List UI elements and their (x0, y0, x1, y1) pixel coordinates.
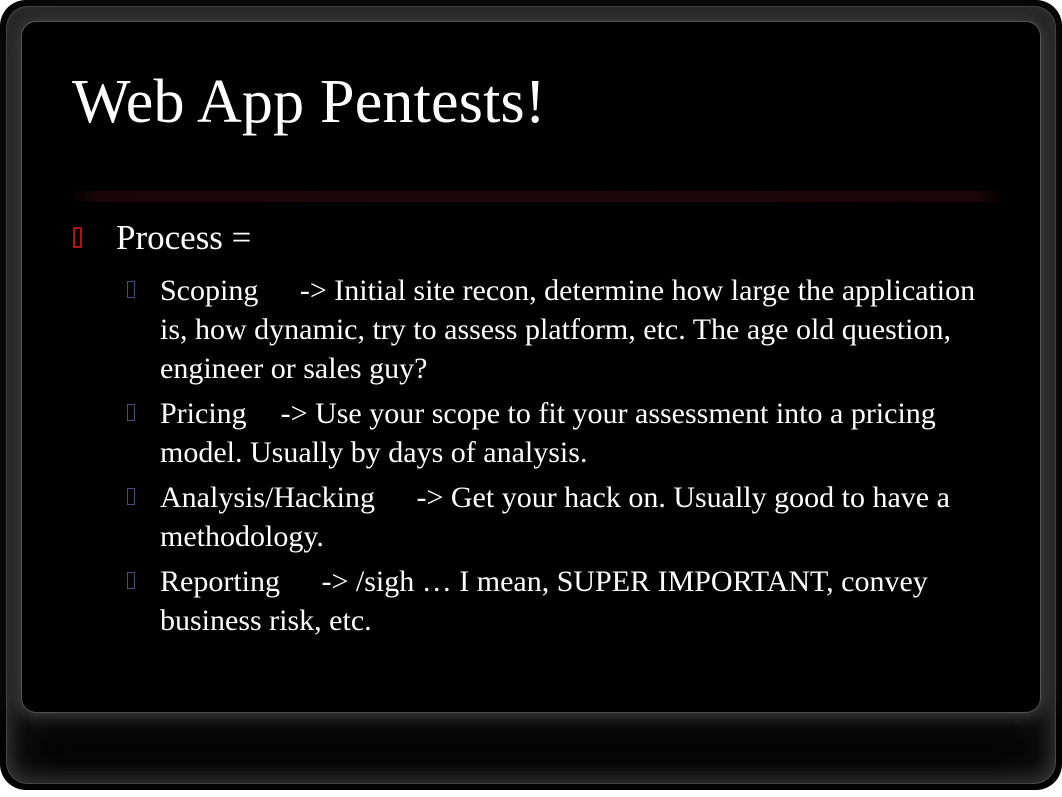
slide-body: Process = Scoping -> Initial site recon,… (40, 218, 1022, 646)
bullet-marker-icon (127, 572, 135, 590)
list-item-label: Analysis/Hacking -> Get your hack on. Us… (160, 481, 950, 554)
list-item: Scoping -> Initial site recon, determine… (40, 271, 1022, 388)
slide-outer-frame: Web App Pentests! Process = Scoping -> I… (0, 0, 1062, 790)
list-item-label: Process = (116, 218, 252, 257)
list-item-label: Pricing -> Use your scope to fit your ass… (160, 397, 936, 470)
slide-title: Web App Pentests! (72, 68, 546, 136)
bullet-marker-icon (127, 488, 135, 506)
list-item-label: Scoping -> Initial site recon, determine… (160, 274, 976, 386)
title-divider-rule (70, 191, 1005, 202)
bullet-marker-icon (127, 281, 135, 299)
bullet-marker-icon (73, 227, 82, 248)
bullet-marker-icon (127, 404, 135, 422)
list-item: Process = (40, 218, 1022, 257)
list-item: Reporting -> /sigh … I mean, SUPER IMPOR… (40, 562, 1022, 640)
list-item: Pricing -> Use your scope to fit your ass… (40, 394, 1022, 472)
list-item-label: Reporting -> /sigh … I mean, SUPER IMPOR… (160, 565, 928, 638)
slide-canvas: Web App Pentests! Process = Scoping -> I… (40, 36, 1022, 698)
list-item: Analysis/Hacking -> Get your hack on. Us… (40, 478, 1022, 556)
sub-bullet-list: Scoping -> Initial site recon, determine… (40, 271, 1022, 640)
